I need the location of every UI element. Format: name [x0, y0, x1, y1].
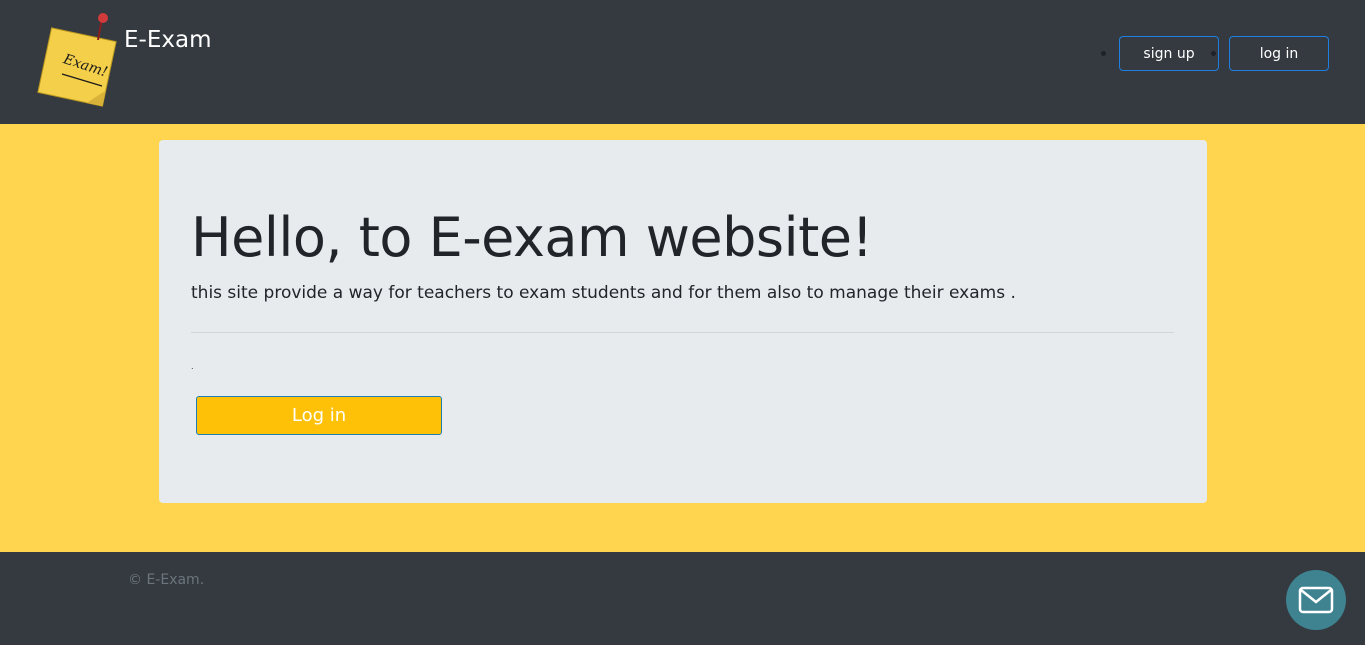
copyright-text: © E-Exam. — [128, 572, 205, 588]
mail-icon — [1298, 586, 1334, 614]
nav-bullet — [1101, 51, 1106, 56]
chat-button[interactable] — [1286, 570, 1346, 630]
exam-note-icon[interactable]: Exam! — [34, 12, 120, 110]
hero-lead: this site provide a way for teachers to … — [191, 283, 1016, 303]
brand-title[interactable]: E-Exam — [124, 27, 211, 53]
main-content: Hello, to E-exam website! this site prov… — [0, 124, 1365, 552]
hero-card: Hello, to E-exam website! this site prov… — [159, 140, 1207, 503]
site-footer: © E-Exam. — [0, 552, 1365, 645]
log-in-button[interactable]: Log in — [196, 396, 442, 435]
hero-title: Hello, to E-exam website! — [191, 206, 873, 269]
log-in-nav-button[interactable]: log in — [1229, 36, 1329, 71]
divider — [191, 332, 1174, 333]
nav-bullet — [1211, 51, 1216, 56]
site-header: Exam! E-Exam sign up log in — [0, 0, 1365, 124]
hero-small-text: . — [191, 362, 194, 371]
sign-up-button[interactable]: sign up — [1119, 36, 1219, 71]
